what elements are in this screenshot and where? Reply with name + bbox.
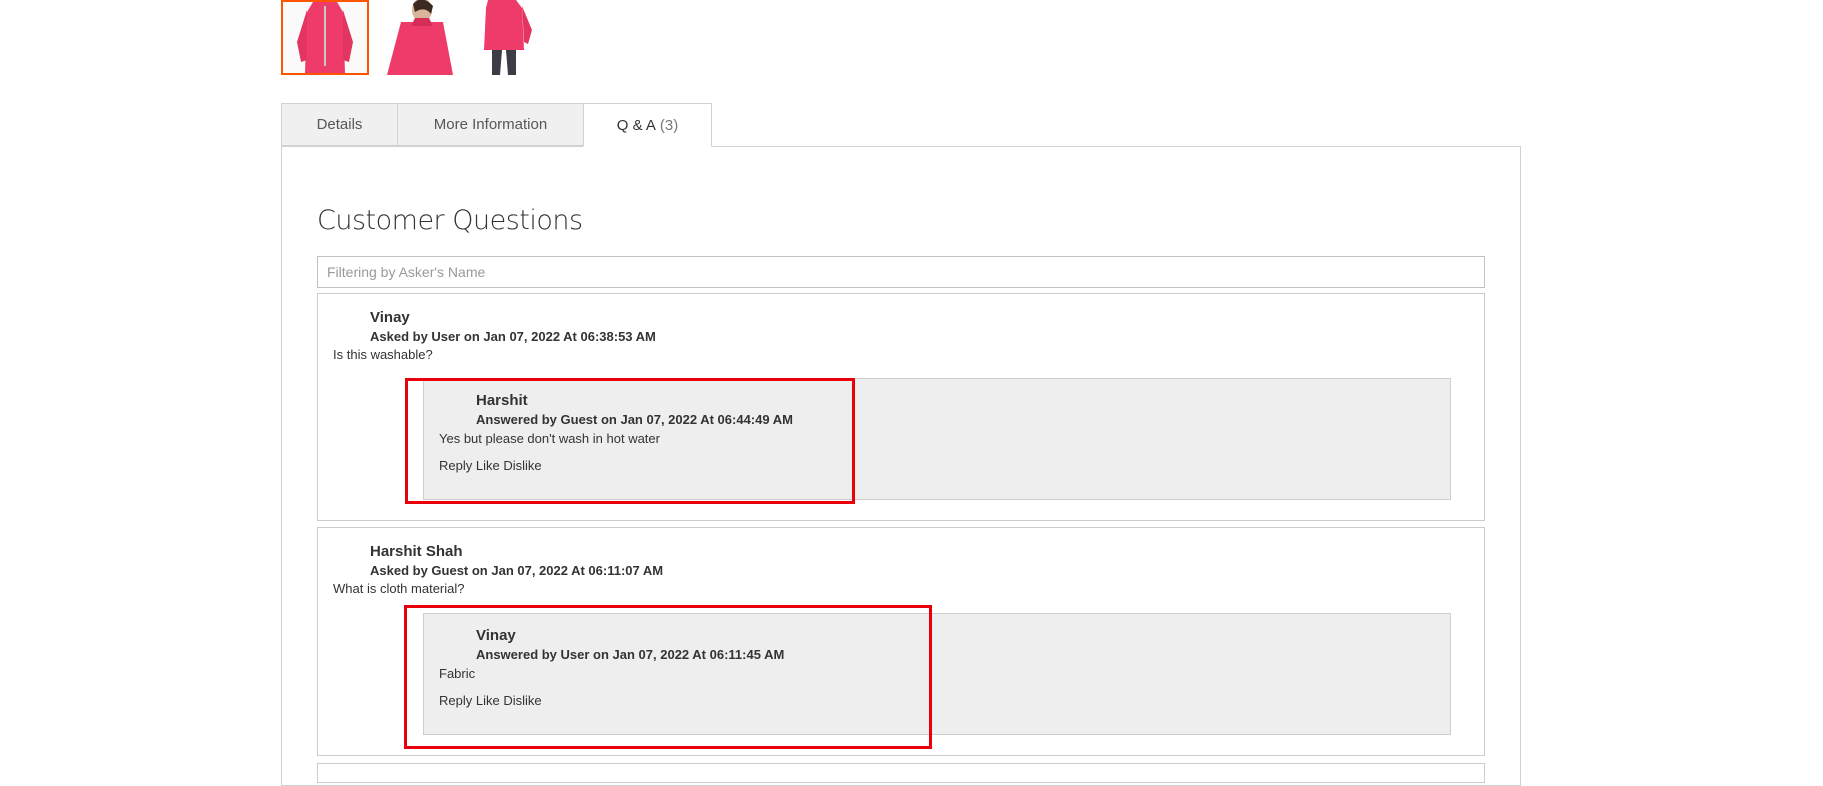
tab-qa[interactable]: Q & A (3) — [583, 103, 712, 147]
question-meta: Asked by User on Jan 07, 2022 At 06:38:5… — [370, 329, 656, 344]
question-text: What is cloth material? — [333, 581, 465, 596]
answer-actions: Reply Like Dislike — [439, 693, 542, 708]
answer-box: Vinay Answered by User on Jan 07, 2022 A… — [423, 613, 1451, 735]
tab-qa-count: (3) — [659, 116, 679, 134]
tab-qa-label: Q & A — [616, 116, 656, 134]
asker-name: Vinay — [370, 309, 410, 326]
question-text: Is this washable? — [333, 347, 433, 362]
answer-meta: Answered by User on Jan 07, 2022 At 06:1… — [476, 647, 785, 662]
product-thumbnail-back[interactable] — [470, 0, 540, 75]
like-link[interactable]: Like — [476, 693, 500, 708]
question-card: Harshit Shah Asked by Guest on Jan 07, 2… — [317, 527, 1485, 756]
question-card — [317, 763, 1485, 783]
reply-link[interactable]: Reply — [439, 458, 472, 473]
tab-details-label: Details — [316, 116, 363, 133]
dislike-link[interactable]: Dislike — [503, 693, 541, 708]
tab-more-information[interactable]: More Information — [397, 103, 584, 146]
answer-actions: Reply Like Dislike — [439, 458, 542, 473]
question-card: Vinay Asked by User on Jan 07, 2022 At 0… — [317, 293, 1485, 521]
question-meta: Asked by Guest on Jan 07, 2022 At 06:11:… — [370, 563, 664, 578]
answer-box: Harshit Answered by Guest on Jan 07, 202… — [423, 378, 1451, 500]
section-title: Customer Questions — [317, 205, 583, 236]
answer-meta: Answered by Guest on Jan 07, 2022 At 06:… — [476, 412, 793, 427]
like-link[interactable]: Like — [476, 458, 500, 473]
tab-details[interactable]: Details — [281, 103, 398, 146]
answer-text: Yes but please don't wash in hot water — [439, 431, 660, 446]
dislike-link[interactable]: Dislike — [503, 458, 541, 473]
answer-text: Fabric — [439, 666, 476, 681]
tab-more-information-label: More Information — [433, 116, 548, 133]
asker-name: Harshit Shah — [370, 543, 463, 560]
product-thumbnail-side[interactable] — [379, 0, 461, 75]
answerer-name: Harshit — [476, 392, 528, 409]
answerer-name: Vinay — [476, 627, 516, 644]
product-thumbnail-front[interactable] — [281, 0, 369, 75]
reply-link[interactable]: Reply — [439, 693, 472, 708]
asker-name-filter-input[interactable] — [317, 256, 1485, 288]
